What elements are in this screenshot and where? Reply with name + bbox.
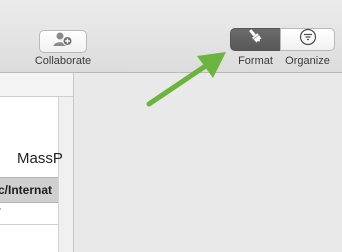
app-window: Collaborate Format Organize MassP c/Inte… — [0, 0, 342, 252]
annotation-arrow-icon — [146, 52, 226, 107]
